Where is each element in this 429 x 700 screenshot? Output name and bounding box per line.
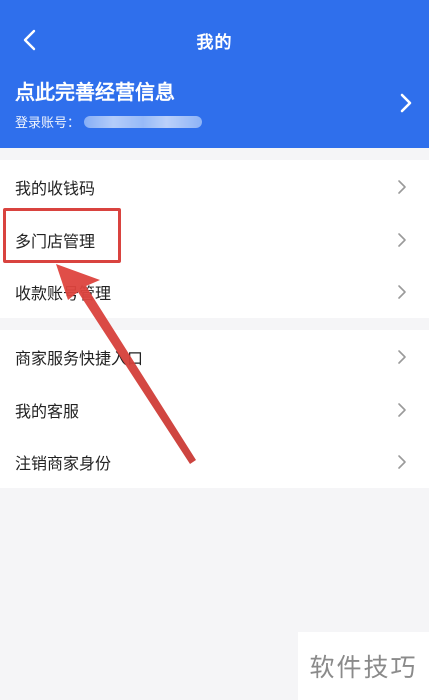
- menu-item-label: 注销商家身份: [15, 454, 112, 474]
- account-line: 登录账号：: [15, 112, 203, 131]
- menu-section-1: 我的收钱码 多门店管理 收款账号管理: [0, 160, 429, 318]
- menu-item-multi-store[interactable]: 多门店管理: [0, 213, 429, 266]
- account-label: 登录账号：: [15, 116, 81, 131]
- header-bar: 我的 点此完善经营信息 登录账号：: [0, 0, 429, 148]
- menu-item-receiving-account[interactable]: 收款账号管理: [0, 265, 429, 318]
- chevron-right-icon: [398, 285, 406, 300]
- menu-item-customer-service[interactable]: 我的客服: [0, 383, 429, 436]
- chevron-right-icon: [398, 180, 406, 194]
- profile-card[interactable]: 点此完善经营信息 登录账号：: [0, 70, 429, 138]
- chevron-right-icon: [398, 232, 406, 247]
- page-title: 我的: [196, 33, 233, 53]
- menu-item-label: 收款账号管理: [15, 284, 112, 304]
- menu-item-merchant-services[interactable]: 商家服务快捷入口: [0, 330, 429, 383]
- chevron-right-icon: [400, 93, 412, 113]
- chevron-right-icon: [398, 402, 406, 417]
- menu-item-label: 多门店管理: [15, 231, 96, 251]
- top-navigation: 我的: [0, 18, 429, 62]
- chevron-right-icon: [398, 455, 406, 470]
- menu-item-payment-code[interactable]: 我的收钱码: [0, 160, 429, 213]
- menu-item-label: 商家服务快捷入口: [15, 349, 144, 368]
- menu-section-2: 商家服务快捷入口 我的客服 注销商家身份: [0, 330, 429, 488]
- menu-item-label: 我的收钱码: [15, 179, 96, 198]
- watermark: 软件技巧: [298, 632, 429, 700]
- menu-item-label: 我的客服: [15, 401, 80, 421]
- profile-name: 点此完善经营信息: [15, 80, 175, 104]
- menu-item-cancel-merchant[interactable]: 注销商家身份: [0, 435, 429, 488]
- account-number-blurred: [84, 116, 203, 128]
- chevron-right-icon: [398, 350, 406, 364]
